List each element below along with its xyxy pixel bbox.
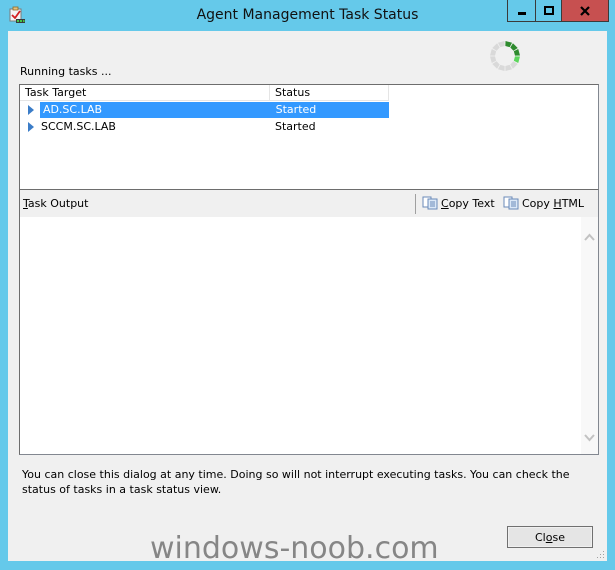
caption-buttons [507,0,609,22]
copy-text-label: Copy Text [441,196,495,210]
spinner-segment [497,41,505,48]
close-button[interactable]: Cl o se [507,526,593,548]
task-output-title: Task Output [23,197,89,210]
copy-icon [422,196,438,210]
toolbar-separator [415,194,416,214]
chevron-up-icon [584,233,595,241]
spinner-segment [490,56,497,64]
info-message: You can close this dialog at any time. D… [22,468,570,496]
dialog-window: Agent Management Task Status Running tas… [0,0,615,570]
copy-html-button[interactable]: Copy HTML [503,196,584,210]
column-header-status[interactable]: Status [270,85,389,101]
expand-arrow-icon[interactable] [28,119,38,135]
title-bar[interactable]: Agent Management Task Status [0,0,615,30]
copy-text-button[interactable]: Copy Text [422,196,495,210]
task-row[interactable]: AD.SC.LAB Started [20,102,389,118]
spinner-segment [513,56,520,64]
task-output-toolbar: Task Output Copy Text Copy HTML [20,190,598,217]
task-list-header: Task Target Status [20,85,598,101]
close-icon [580,5,590,16]
task-row[interactable]: SCCM.SC.LAB Started [20,119,389,135]
scroll-down-button[interactable] [581,434,598,446]
chevron-down-icon [584,434,595,442]
copy-html-label: Copy HTML [522,196,585,210]
spinner-segment [492,43,500,51]
minimize-button[interactable] [508,0,536,21]
dialog-client-area: Running tasks ... Task Target Status AD.… [8,31,607,561]
task-output-panel: Task Output Copy Text Copy HTML [19,189,599,455]
spinner-segment [505,64,513,71]
spinner-segment [490,48,497,56]
maximize-icon [543,5,554,15]
task-output-text[interactable] [20,217,580,454]
spinner-segment [497,64,505,71]
resize-grip-icon[interactable] [597,551,605,559]
task-status: Started [270,102,389,118]
task-status: Started [275,120,316,133]
spinner-segment [505,41,513,48]
spinner-segment [492,61,500,69]
spinner-segment [510,61,518,69]
minimize-icon [517,11,526,15]
watermark: windows-noob.com [150,531,439,566]
running-tasks-label: Running tasks ... [20,65,112,78]
close-window-button[interactable] [562,0,608,21]
busy-spinner-icon [490,41,520,71]
expand-arrow-icon[interactable] [28,102,38,118]
maximize-button[interactable] [536,0,562,21]
column-header-task-target[interactable]: Task Target [20,85,270,101]
scroll-up-button[interactable] [581,233,598,245]
spinner-segment [513,48,520,56]
output-scrollbar[interactable] [581,217,598,454]
task-target: AD.SC.LAB [39,102,271,118]
spinner-segment [510,43,518,51]
task-target: SCCM.SC.LAB [41,120,116,133]
copy-icon [503,196,519,210]
